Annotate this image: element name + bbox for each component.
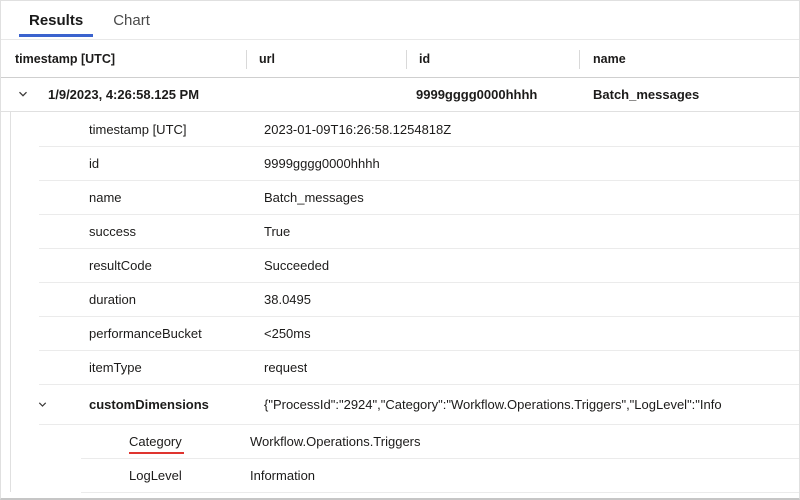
detail-row-duration[interactable]: duration 38.0495 [1, 282, 799, 316]
detail-label: duration [89, 291, 136, 307]
category-label-red-underline: Category [129, 434, 184, 454]
column-divider [579, 50, 580, 69]
column-divider [246, 50, 247, 69]
detail-value: 38.0495 [264, 291, 311, 307]
nested-label: Category [129, 434, 250, 454]
table-row[interactable]: 1/9/2023, 4:26:58.125 PM 9999gggg0000hhh… [1, 78, 799, 112]
detail-row-timestamp[interactable]: timestamp [UTC] 2023-01-09T16:26:58.1254… [1, 112, 799, 146]
detail-row-performancebucket[interactable]: performanceBucket <250ms [1, 316, 799, 350]
detail-value: <250ms [264, 325, 311, 341]
column-header-timestamp[interactable]: timestamp [UTC] [15, 52, 115, 66]
detail-label: id [89, 155, 100, 171]
chevron-down-icon[interactable] [37, 398, 48, 413]
detail-label: timestamp [UTC] [89, 121, 187, 137]
row-name-value: Batch_messages [593, 87, 700, 102]
tab-chart[interactable]: Chart [103, 7, 160, 37]
query-results-panel: Results Chart timestamp [UTC] url id nam… [0, 0, 800, 500]
nested-value: Workflow.Operations.Triggers [250, 433, 421, 449]
expanded-row-details: timestamp [UTC] 2023-01-09T16:26:58.1254… [1, 112, 799, 497]
detail-label: name [89, 189, 122, 205]
tab-results[interactable]: Results [19, 7, 94, 37]
column-header-id[interactable]: id [419, 52, 430, 66]
tab-results-label: Results [29, 12, 84, 29]
detail-row-customdimensions[interactable]: customDimensions {"ProcessId":"2924","Ca… [1, 384, 799, 424]
tabs-bar: Results Chart [1, 1, 799, 40]
detail-label: itemType [89, 359, 142, 375]
detail-value: 9999gggg0000hhhh [264, 155, 380, 171]
row-id-value: 9999gggg0000hhhh [416, 87, 538, 102]
row-timestamp-value: 1/9/2023, 4:26:58.125 PM [48, 87, 200, 102]
nested-row-category[interactable]: Category Workflow.Operations.Triggers [1, 424, 799, 458]
detail-label: success [89, 223, 136, 239]
detail-row-itemtype[interactable]: itemType request [1, 350, 799, 384]
detail-value: request [264, 359, 308, 375]
nested-value: Information [250, 467, 316, 483]
tab-chart-label: Chart [113, 12, 150, 29]
detail-row-resultcode[interactable]: resultCode Succeeded [1, 248, 799, 282]
customdimensions-json-value: {"ProcessId":"2924","Category":"Workflow… [264, 396, 722, 412]
detail-label: performanceBucket [89, 325, 202, 341]
chevron-down-icon[interactable] [17, 88, 29, 103]
detail-value: 2023-01-09T16:26:58.1254818Z [264, 121, 452, 137]
nested-label: LogLevel [129, 467, 182, 483]
column-header-url[interactable]: url [259, 52, 275, 66]
nested-row-loglevel[interactable]: LogLevel Information [1, 458, 799, 492]
detail-label: customDimensions [89, 396, 209, 412]
detail-row-name[interactable]: name Batch_messages [1, 180, 799, 214]
column-header-name[interactable]: name [593, 52, 626, 66]
column-divider [406, 50, 407, 69]
detail-value: Batch_messages [264, 189, 364, 205]
detail-row-success[interactable]: success True [1, 214, 799, 248]
detail-label: resultCode [89, 257, 152, 273]
detail-value: True [264, 223, 291, 239]
detail-row-id[interactable]: id 9999gggg0000hhhh [1, 146, 799, 180]
detail-value: Succeeded [264, 257, 330, 273]
table-header-row: timestamp [UTC] url id name [1, 40, 799, 78]
bottom-separator [81, 492, 799, 497]
